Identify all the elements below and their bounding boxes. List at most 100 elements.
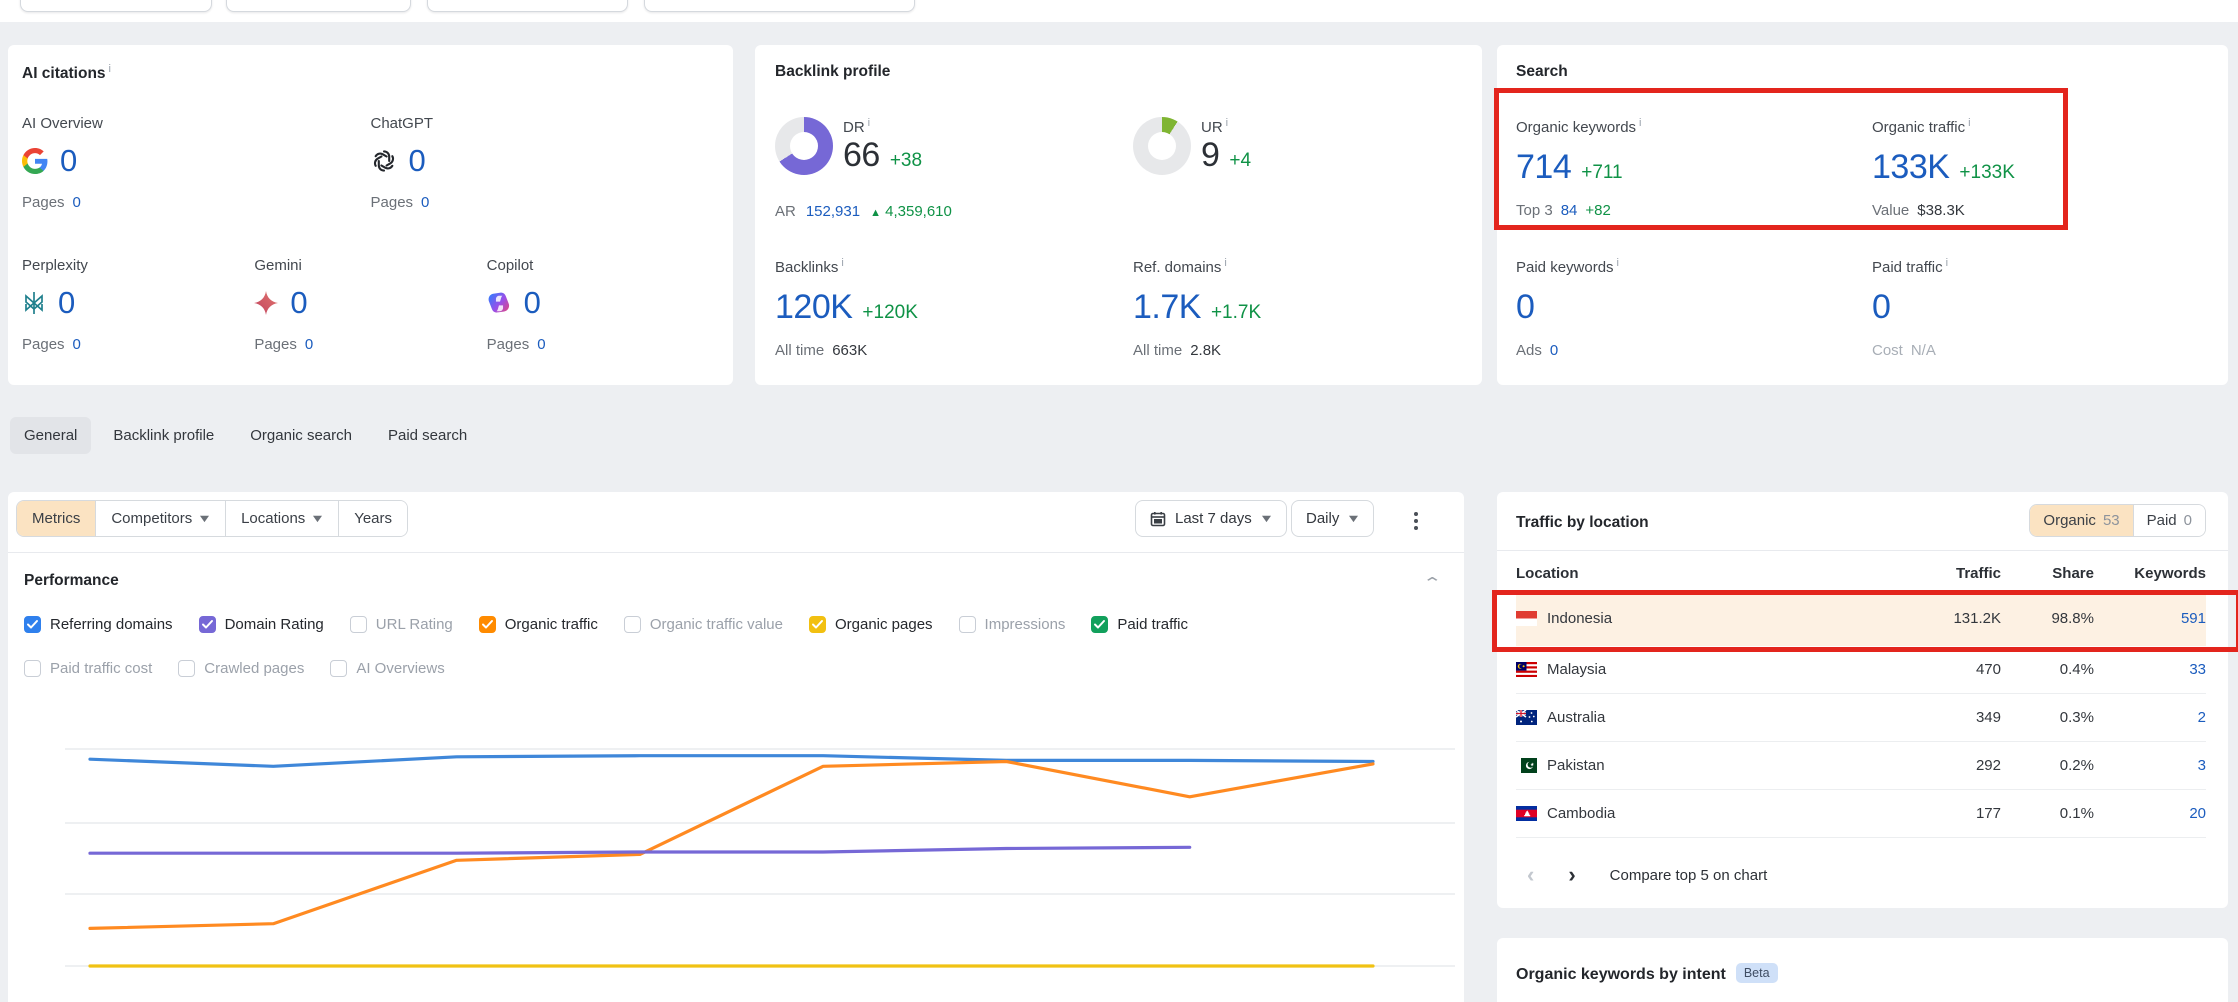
prev-page-arrow-icon[interactable]: ‹ [1527,864,1534,886]
info-icon[interactable]: i [1226,117,1228,129]
metric-value-link[interactable]: 0 [1872,290,1890,324]
top-input-3[interactable] [427,0,628,12]
pages-count-link[interactable]: 0 [73,194,81,211]
metric-value-link[interactable]: 133K [1872,150,1949,184]
tab-organic-search[interactable]: Organic search [236,417,366,454]
segment-competitors[interactable]: Competitors▼ [96,501,226,536]
tab-paid-search[interactable]: Paid search [374,417,481,454]
metric-value-link[interactable]: 714 [1516,150,1571,184]
info-icon[interactable]: i [1617,257,1619,269]
metric-value-link[interactable]: 120K [775,290,852,324]
pages-count-link[interactable]: 0 [421,194,429,211]
metric-label: Organic keywords [1516,119,1636,136]
traffic-value: 131.2K [1905,610,2001,627]
metric-sub-label: Cost [1872,342,1903,359]
metric-checkbox-referring-domains[interactable]: Referring domains [24,616,173,633]
next-page-arrow-icon[interactable]: › [1568,864,1575,886]
info-icon[interactable]: i [1224,257,1226,269]
ar-value-link[interactable]: 152,931 [806,203,860,220]
location-row-indonesia[interactable]: Indonesia131.2K98.8%591 [1516,590,2206,646]
pages-label: Pages [371,194,414,211]
info-icon[interactable]: i [841,257,843,269]
info-icon[interactable]: i [1946,257,1948,269]
segment-metrics[interactable]: Metrics [17,501,96,536]
toggle-count: 53 [2103,512,2120,529]
column-header-share: Share [2001,565,2094,582]
top-input-2[interactable] [226,0,411,12]
keywords-count-link[interactable]: 591 [2181,610,2206,627]
ar-change: ▲ 4,359,610 [870,203,952,220]
toggle-paid[interactable]: Paid0 [2134,505,2205,536]
beta-badge: Beta [1736,963,1778,983]
traffic-value: 177 [1905,805,2001,822]
segment-label: Years [354,510,392,527]
metric-checkbox-domain-rating[interactable]: Domain Rating [199,616,324,633]
metric-sub-label: Top 3 [1516,202,1553,219]
more-options-kebab[interactable] [1408,506,1424,536]
toggle-organic[interactable]: Organic53 [2030,505,2133,536]
pages-count-link[interactable]: 0 [537,336,545,353]
pages-label: Pages [22,194,65,211]
segment-years[interactable]: Years [339,501,407,536]
metric-checkbox-organic-traffic-value[interactable]: Organic traffic value [624,616,783,633]
metric-checkbox-paid-traffic-cost[interactable]: Paid traffic cost [24,660,152,677]
keywords-count-link[interactable]: 20 [2189,805,2206,822]
traffic-value: 470 [1905,661,2001,678]
traffic-by-location-title: Traffic by location [1516,514,1649,531]
metric-cell-paid-keywords: Paid keywordsi0Ads0 [1516,257,1619,359]
metric-checkbox-paid-traffic[interactable]: Paid traffic [1091,616,1188,633]
metric-checkbox-crawled-pages[interactable]: Crawled pages [178,660,304,677]
date-range-button[interactable]: Last 7 days ▼ [1135,500,1287,537]
metric-checkbox-organic-pages[interactable]: Organic pages [809,616,933,633]
country-name: Australia [1547,709,1605,726]
ai-source-label: Perplexity [22,257,254,274]
share-value: 0.1% [2001,805,2094,822]
tab-backlink-profile[interactable]: Backlink profile [99,417,228,454]
performance-line-chart[interactable] [65,712,1455,1002]
top-input-4[interactable] [644,0,915,12]
info-icon[interactable]: i [1968,117,1970,129]
metric-sub-value-link[interactable]: 84 [1561,202,1578,219]
pages-count-link[interactable]: 0 [305,336,313,353]
series-line-domain-rating [90,847,1190,853]
granularity-button[interactable]: Daily ▼ [1291,500,1374,537]
share-value: 0.3% [2001,709,2094,726]
info-icon[interactable]: i [1639,117,1641,129]
ai-citation-value: 0 [58,285,75,321]
toggle-label: Paid [2147,512,2177,529]
metric-checkbox-ai-overviews[interactable]: AI Overviews [330,660,444,677]
metric-sub-label: Ads [1516,342,1542,359]
segment-locations[interactable]: Locations▼ [226,501,339,536]
metric-value-link[interactable]: 0 [1516,290,1534,324]
checked-checkbox-icon [809,616,826,633]
page: AI citationsi AI Overview0Pages0ChatGPT0… [0,0,2238,1002]
performance-title: Performance [24,572,119,589]
info-icon[interactable]: i [109,63,111,75]
location-row-pakistan[interactable]: Pakistan2920.2%3 [1516,742,2206,790]
metric-checkbox-url-rating[interactable]: URL Rating [350,616,453,633]
metric-checkbox-impressions[interactable]: Impressions [959,616,1066,633]
keywords-count-link[interactable]: 2 [2198,709,2206,726]
metric-cell-ref-domains: Ref. domainsi1.7K+1.7KAll time2.8K [1133,257,1261,359]
compare-top5-button[interactable]: Compare top 5 on chart [1610,867,1768,884]
perplexity-icon [22,291,46,315]
pages-count-link[interactable]: 0 [73,336,81,353]
metric-sub-value-link[interactable]: 0 [1550,342,1558,359]
collapse-chevron-up-icon[interactable]: ⌃ [1422,574,1442,592]
keywords-count-link[interactable]: 3 [2198,757,2206,774]
metric-value-link[interactable]: 1.7K [1133,290,1201,324]
pages-label: Pages [22,336,65,353]
ai-citations-row-1: AI Overview0Pages0ChatGPT0Pages0 [22,115,719,211]
location-row-australia[interactable]: Australia3490.3%2 [1516,694,2206,742]
ai-citations-title: AI citations [22,65,106,82]
location-row-cambodia[interactable]: Cambodia1770.1%20 [1516,790,2206,838]
info-icon[interactable]: i [868,117,870,129]
metric-checkbox-row-2: Paid traffic cost Crawled pages AI Overvie… [24,660,445,677]
keywords-by-intent-card: Organic keywords by intentBeta [1497,938,2228,1002]
metric-checkbox-organic-traffic[interactable]: Organic traffic [479,616,598,633]
keywords-count-link[interactable]: 33 [2189,661,2206,678]
top-input-1[interactable] [20,0,212,12]
tab-general[interactable]: General [10,417,91,454]
dr-label: DR [843,119,865,136]
location-row-malaysia[interactable]: Malaysia4700.4%33 [1516,646,2206,694]
